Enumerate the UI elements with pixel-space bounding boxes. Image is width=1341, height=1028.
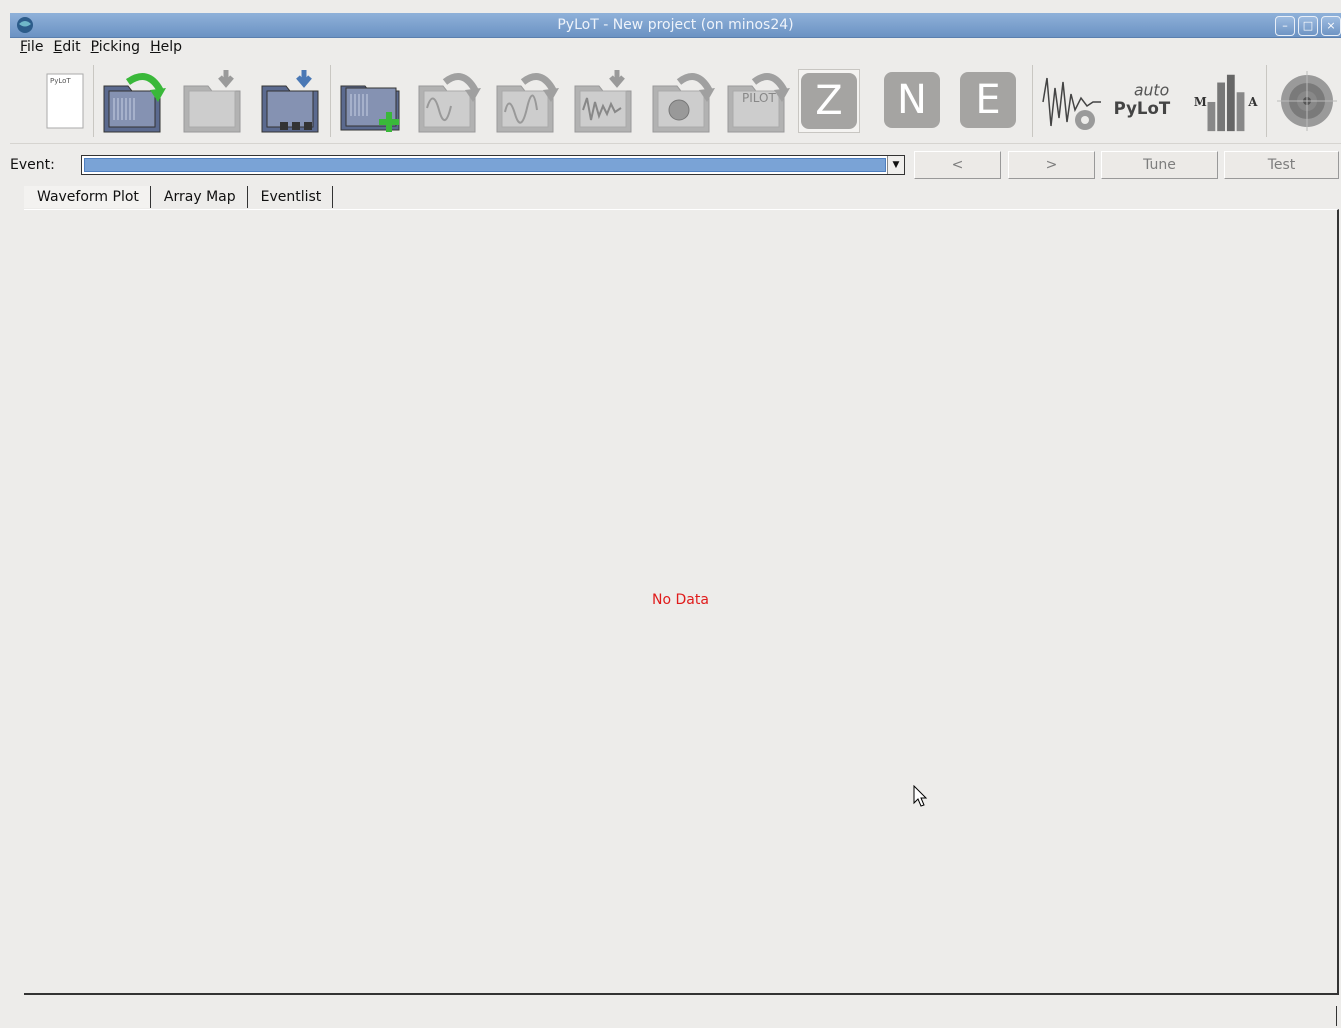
main-tabs: Waveform Plot Array Map Eventlist (24, 186, 334, 210)
minimize-button[interactable]: – (1275, 16, 1295, 36)
load-pilot-button[interactable]: PILOT (722, 65, 792, 137)
save-project-as-button[interactable] (256, 65, 326, 137)
z-component-button[interactable]: Z (798, 69, 860, 133)
svg-text:PyLoT: PyLoT (50, 77, 71, 85)
waveform-plot-area[interactable]: No Data (24, 209, 1339, 995)
load-location-button[interactable] (647, 65, 717, 137)
load-reference-picks-icon (418, 73, 481, 133)
n-component-icon: N (884, 72, 940, 128)
compare-picks-icon: M A (1194, 74, 1258, 132)
tune-button[interactable]: Tune (1101, 151, 1218, 179)
tab-eventlist[interactable]: Eventlist (248, 186, 334, 208)
svg-text:M: M (1194, 95, 1207, 109)
maximize-button[interactable]: □ (1298, 16, 1318, 36)
menubar: File Edit Picking Help (10, 37, 1341, 59)
new-project-icon: PyLoT (46, 73, 84, 129)
previous-event-button[interactable]: < (914, 151, 1001, 179)
compare-picks-button[interactable]: M A (1190, 65, 1260, 137)
menu-file[interactable]: File (10, 37, 50, 59)
save-project-button[interactable] (178, 65, 248, 137)
chevron-down-icon[interactable]: ▼ (887, 156, 904, 174)
tune-autopicker-button[interactable] (1037, 65, 1107, 137)
menu-picking[interactable]: Picking (88, 37, 147, 59)
window-titlebar: PyLoT - New project (on minos24) – □ × (10, 13, 1341, 38)
svg-text:PILOT: PILOT (742, 91, 776, 105)
open-project-icon (103, 73, 166, 133)
autopylot-icon: auto PyLoT (1114, 80, 1171, 118)
event-select[interactable]: ▼ (81, 155, 905, 175)
tune-autopicker-icon (1042, 77, 1101, 130)
no-data-message: No Data (652, 592, 709, 608)
menu-help[interactable]: Help (147, 37, 189, 59)
event-label: Event: (10, 157, 55, 173)
svg-text:A: A (1247, 95, 1258, 109)
e-component-icon: E (960, 72, 1016, 128)
load-waveforms-button[interactable] (569, 65, 639, 137)
open-project-button[interactable] (98, 65, 168, 137)
test-button[interactable]: Test (1224, 151, 1339, 179)
add-event-data-icon (340, 85, 400, 132)
event-row: Event: ▼ < > Tune Test (10, 151, 1341, 179)
tab-waveform-plot[interactable]: Waveform Plot (24, 186, 151, 208)
e-component-button[interactable]: E (958, 69, 1018, 131)
locate-event-button[interactable] (1272, 65, 1341, 137)
tab-array-map[interactable]: Array Map (151, 186, 248, 208)
autopylot-button[interactable]: auto PyLoT (1110, 65, 1180, 137)
add-event-data-button[interactable] (336, 65, 406, 137)
svg-text:auto: auto (1134, 80, 1169, 99)
menu-edit[interactable]: Edit (50, 37, 87, 59)
close-button[interactable]: × (1321, 16, 1341, 36)
load-auto-picks-icon (496, 73, 559, 133)
z-component-icon: Z (801, 73, 857, 129)
load-auto-picks-button[interactable] (491, 65, 561, 137)
load-reference-picks-button[interactable] (413, 65, 483, 137)
load-location-icon (652, 73, 715, 133)
window-title: PyLoT - New project (on minos24) (557, 17, 794, 33)
load-waveforms-icon (574, 70, 632, 133)
save-project-as-icon (261, 70, 319, 133)
new-project-button[interactable]: PyLoT (30, 65, 100, 137)
next-event-button[interactable]: > (1008, 151, 1095, 179)
size-grip-icon[interactable] (1336, 1006, 1339, 1026)
save-project-icon (183, 70, 241, 133)
status-bar (10, 998, 1341, 1028)
main-toolbar: PyLoT PILOT Z N E auto PyLoT M A (10, 59, 1341, 144)
load-pilot-icon: PILOT (727, 73, 790, 133)
mouse-pointer-icon (913, 785, 928, 807)
svg-text:PyLoT: PyLoT (1114, 99, 1171, 118)
n-component-button[interactable]: N (882, 69, 942, 131)
locate-event-icon (1277, 71, 1337, 131)
